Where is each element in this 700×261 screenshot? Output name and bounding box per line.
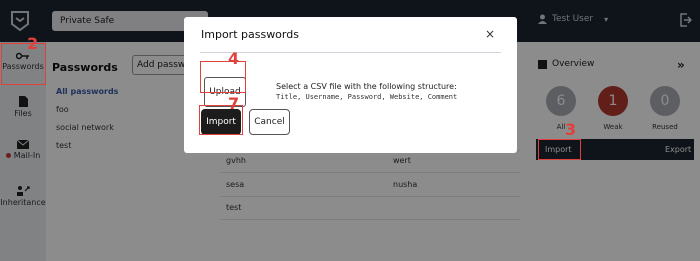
dialog-title: Import passwords [201,28,299,41]
step-number: 3 [565,120,577,139]
step-number: 2 [27,34,39,53]
annotation-box-passwords [1,43,46,85]
annotation-box-overview-import [538,139,581,160]
step-number: 4 [228,49,240,68]
csv-structure: Title, Username, Password, Website, Comm… [276,93,458,101]
dialog-divider [200,52,501,53]
csv-instructions: Select a CSV file with the following str… [276,82,457,91]
step-number: 7 [228,94,240,113]
cancel-button[interactable]: Cancel [249,109,290,135]
close-icon[interactable]: × [485,27,495,41]
